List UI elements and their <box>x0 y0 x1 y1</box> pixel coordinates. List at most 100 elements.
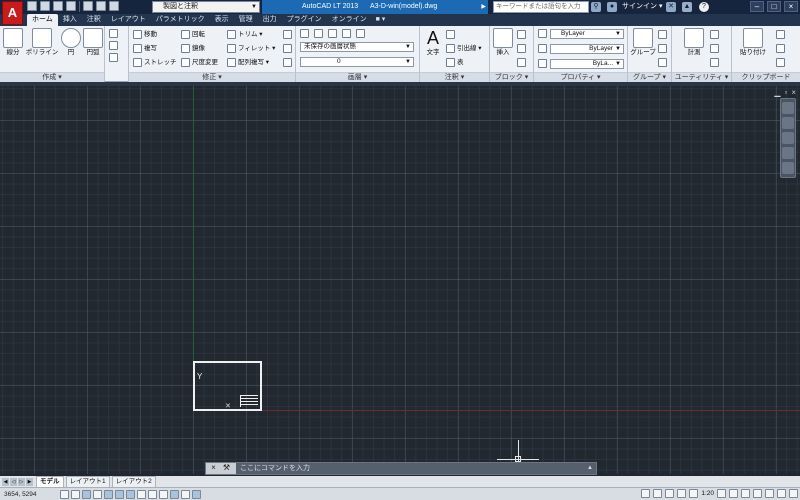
model-space-icon[interactable] <box>641 489 651 498</box>
infer-constraints-icon[interactable] <box>60 489 69 499</box>
offset-button[interactable] <box>283 57 294 68</box>
modify-panel-title[interactable]: 修正 ▾ <box>129 72 295 82</box>
drawing-canvas[interactable] <box>0 86 800 474</box>
redo-icon[interactable] <box>109 1 119 11</box>
binoculars-icon[interactable]: ⚲ <box>591 2 601 12</box>
quick-view-layouts-icon[interactable] <box>653 489 663 498</box>
match-properties-button[interactable] <box>538 28 549 39</box>
transparency-icon[interactable] <box>159 489 168 499</box>
ribbon-minimize-icon[interactable]: ■ ▾ <box>372 14 390 26</box>
status-bar-menu-icon[interactable] <box>777 489 786 498</box>
tab-view[interactable]: 表示 <box>210 14 234 26</box>
arc-button[interactable]: 円弧 <box>82 28 104 57</box>
signin-button[interactable]: サインイン ▾ <box>622 0 662 14</box>
new-icon[interactable] <box>27 1 37 11</box>
lineweight-toggle-icon[interactable] <box>148 489 157 499</box>
chevron-up-icon[interactable]: ▲ <box>587 463 593 474</box>
current-layer-select[interactable]: 0 ▼ <box>300 57 414 67</box>
linetype-select[interactable]: ByLayer ▼ <box>550 44 624 54</box>
tab-online[interactable]: オンライン <box>327 14 372 26</box>
group-edit-button[interactable] <box>658 43 669 54</box>
object-snap-tracking-icon[interactable] <box>126 489 135 499</box>
quick-view-drawings-icon[interactable] <box>665 489 675 498</box>
select-all-button[interactable] <box>710 57 721 68</box>
application-menu-button[interactable]: A <box>2 1 23 25</box>
fillet-button[interactable]: フィレット ▾ <box>227 43 275 54</box>
dimension-button[interactable] <box>446 29 457 40</box>
paste-button[interactable]: 貼り付け <box>736 28 770 57</box>
calculator-button[interactable] <box>710 43 721 54</box>
insert-button[interactable]: 挿入 <box>492 28 514 57</box>
mirror-button[interactable]: 鏡像 <box>181 43 205 54</box>
exchange-icon[interactable]: ✕ <box>666 2 676 12</box>
first-tab-icon[interactable]: ◀ <box>2 477 9 486</box>
lineweight-select[interactable]: ByLa... ▼ <box>550 59 624 69</box>
steering-wheel-icon[interactable] <box>782 102 794 114</box>
stretch-button[interactable]: ストレッチ <box>133 57 177 68</box>
viewport-close-button[interactable]: × <box>791 88 796 97</box>
quick-properties-icon[interactable] <box>170 489 179 499</box>
scale-button[interactable]: 尺度変更 <box>181 57 218 68</box>
close-icon[interactable]: × <box>208 463 219 474</box>
layer-off-button[interactable] <box>314 28 325 39</box>
isolate-objects-icon[interactable] <box>765 489 774 498</box>
zoom-status-icon[interactable] <box>689 489 699 498</box>
array-button[interactable]: 配列複写 ▾ <box>227 57 269 68</box>
selection-cycling-icon[interactable] <box>181 489 190 499</box>
dynamic-input-icon[interactable] <box>137 489 146 499</box>
properties-panel-title[interactable]: プロパティ ▾ <box>534 72 627 82</box>
annotation-panel-title[interactable]: 注釈 ▾ <box>420 72 489 82</box>
orbit-icon[interactable] <box>782 147 794 159</box>
tab-home[interactable]: ホーム <box>27 14 58 26</box>
tab-manage[interactable]: 管理 <box>234 14 258 26</box>
tab-parametric[interactable]: パラメトリック <box>151 14 210 26</box>
tab-layout[interactable]: レイアウト <box>106 14 151 26</box>
edit-attributes-button[interactable] <box>517 57 528 68</box>
group-button[interactable]: グループ <box>629 28 657 57</box>
workspace-switch-icon[interactable] <box>741 489 750 498</box>
tab-model[interactable]: モデル <box>36 476 64 487</box>
plot-icon[interactable] <box>83 1 93 11</box>
move-button[interactable]: 移動 <box>133 29 157 40</box>
layer-isolate-button[interactable] <box>328 28 339 39</box>
layers-panel-title[interactable]: 画層 ▾ <box>296 72 419 82</box>
save-icon[interactable] <box>53 1 63 11</box>
open-icon[interactable] <box>40 1 50 11</box>
viewport-restore-button[interactable]: ▫ <box>784 88 787 97</box>
viewport-minimize-button[interactable]: ▁ <box>774 88 780 97</box>
block-panel-title[interactable]: ブロック ▾ <box>490 72 533 82</box>
object-snap-icon[interactable] <box>115 489 124 499</box>
tab-plugins[interactable]: プラグイン <box>282 14 327 26</box>
pan-status-icon[interactable] <box>677 489 687 498</box>
measure-button[interactable]: 計測 <box>680 28 708 57</box>
tab-output[interactable]: 出力 <box>258 14 282 26</box>
wrench-icon[interactable]: ⚒ <box>221 463 232 474</box>
cut-button[interactable] <box>776 29 787 40</box>
draw-panel-title[interactable]: 作成 ▾ <box>0 72 104 82</box>
ortho-mode-icon[interactable] <box>93 489 102 499</box>
annotation-monitor-icon[interactable] <box>192 489 201 499</box>
erase-button[interactable] <box>283 29 294 40</box>
undo-icon[interactable] <box>96 1 106 11</box>
polar-tracking-icon[interactable] <box>104 489 113 499</box>
explode-button[interactable] <box>283 43 294 54</box>
table-button[interactable]: 表 <box>446 57 464 68</box>
saveas-icon[interactable] <box>66 1 76 11</box>
annotation-visibility-icon[interactable] <box>717 489 726 498</box>
line-button[interactable]: 線分 <box>2 28 24 57</box>
edit-block-button[interactable] <box>517 43 528 54</box>
layer-properties-button[interactable] <box>300 28 311 39</box>
minimize-button[interactable]: – <box>750 1 764 12</box>
quick-select-button[interactable] <box>710 29 721 40</box>
chevron-right-icon[interactable]: ▶ <box>481 0 486 14</box>
coordinates-readout[interactable]: 3654, 5294 <box>0 491 60 498</box>
lineweight-icon-button[interactable] <box>538 58 549 69</box>
leader-button[interactable]: 引出線 ▾ <box>446 43 482 54</box>
tab-insert[interactable]: 挿入 <box>58 14 82 26</box>
tab-annotate[interactable]: 注釈 <box>82 14 106 26</box>
showmotion-icon[interactable] <box>782 162 794 174</box>
command-input[interactable]: ここにコマンドを入力 ▲ <box>236 463 596 474</box>
workspace-selector[interactable]: 製図と注釈 ▼ <box>152 1 260 13</box>
auto-scale-icon[interactable] <box>729 489 738 498</box>
copy-clip-button[interactable] <box>776 43 787 54</box>
